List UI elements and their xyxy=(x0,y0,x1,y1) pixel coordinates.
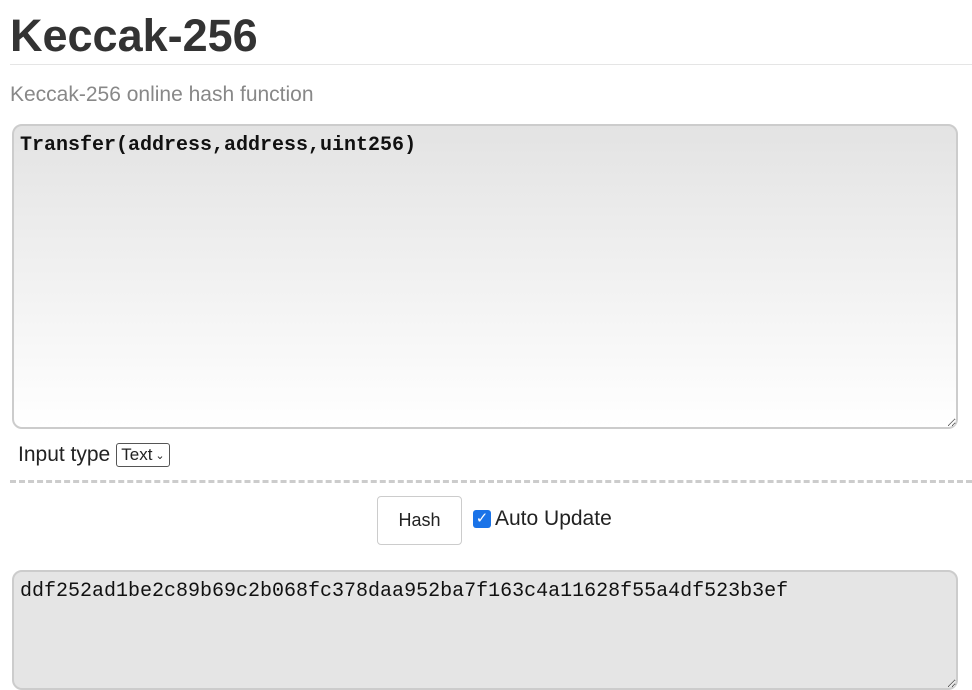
input-type-value: Text xyxy=(121,445,153,464)
auto-update-toggle[interactable]: ✓ Auto Update xyxy=(473,507,612,531)
chevron-down-icon: ⌄ xyxy=(155,449,165,462)
dashed-divider xyxy=(10,480,972,483)
auto-update-label: Auto Update xyxy=(495,507,612,530)
input-textarea[interactable]: Transfer(address,address,uint256) xyxy=(12,124,958,429)
input-type-label: Input type xyxy=(18,443,111,466)
checkbox-checked-icon[interactable]: ✓ xyxy=(473,510,491,528)
input-type-row: Input type Text ⌄ xyxy=(18,443,170,467)
hash-button[interactable]: Hash xyxy=(377,496,462,545)
output-textarea[interactable]: ddf252ad1be2c89b69c2b068fc378daa952ba7f1… xyxy=(12,570,958,690)
input-type-select[interactable]: Text ⌄ xyxy=(116,443,170,467)
divider xyxy=(10,64,972,65)
page-subtitle: Keccak-256 online hash function xyxy=(10,83,314,106)
page-title: Keccak-256 xyxy=(10,10,258,61)
